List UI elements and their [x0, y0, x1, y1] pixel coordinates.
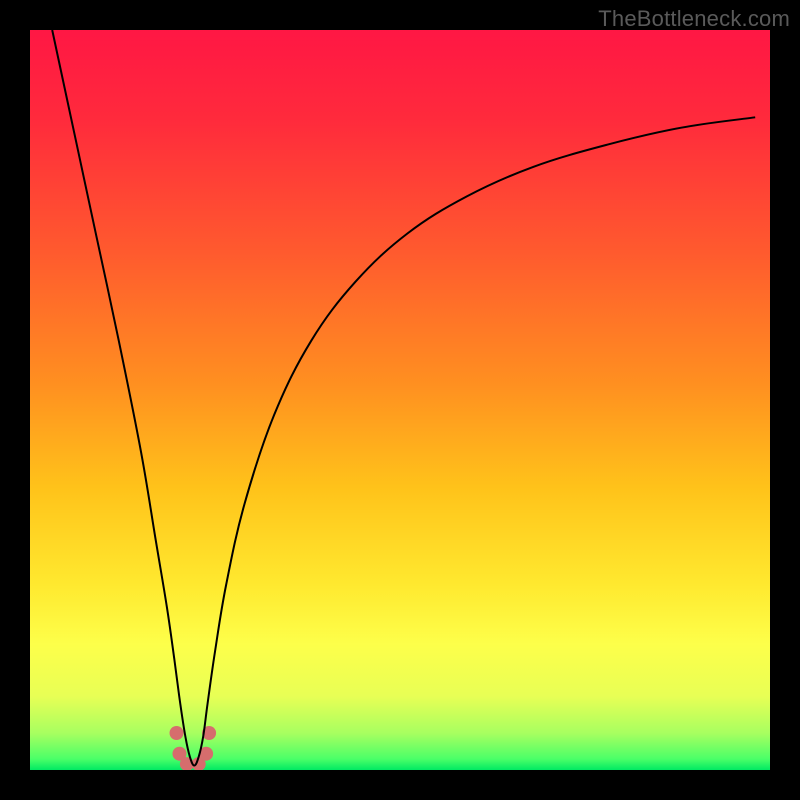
plot-area	[30, 30, 770, 770]
valley-marker	[170, 726, 184, 740]
bottleneck-curve	[52, 30, 755, 766]
chart-overlay	[30, 30, 770, 770]
chart-frame: TheBottleneck.com	[0, 0, 800, 800]
watermark-text: TheBottleneck.com	[598, 6, 790, 32]
